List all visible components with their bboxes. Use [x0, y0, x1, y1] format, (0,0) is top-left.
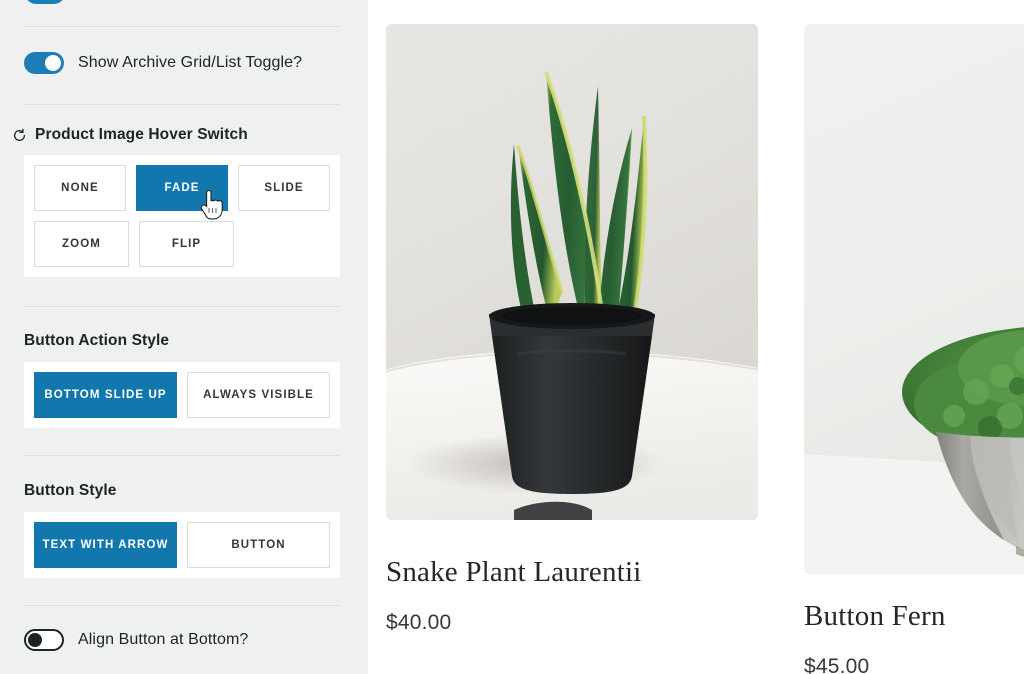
- product-title[interactable]: Button Fern: [804, 600, 1024, 633]
- product-price: $45.00: [804, 655, 870, 674]
- button-fern-photo: [804, 24, 1024, 574]
- button-action-style-title: Button Action Style: [24, 332, 170, 349]
- action-option-always-visible[interactable]: ALWAYS VISIBLE: [187, 372, 330, 418]
- style-option-text-with-arrow[interactable]: TEXT WITH ARROW: [34, 522, 177, 568]
- button-action-style-row: BOTTOM SLIDE UP ALWAYS VISIBLE: [34, 372, 330, 418]
- button-style-heading: Button Style: [24, 482, 116, 500]
- archive-grid-list-toggle-row[interactable]: Show Archive Grid/List Toggle?: [24, 52, 302, 74]
- product-image-button-fern[interactable]: [804, 24, 1024, 574]
- product-card[interactable]: Snake Plant Laurentii $40.00: [386, 24, 758, 635]
- product-image-snake-plant[interactable]: [386, 24, 758, 520]
- product-price: $40.00: [386, 611, 452, 634]
- hover-switch-row-1: NONE FADE SLIDE: [34, 165, 330, 211]
- hover-option-flip[interactable]: FLIP: [139, 221, 234, 267]
- action-option-bottom-slide-up[interactable]: BOTTOM SLIDE UP: [34, 372, 177, 418]
- hover-switch-heading: Product Image Hover Switch: [12, 126, 248, 144]
- product-title[interactable]: Snake Plant Laurentii: [386, 556, 758, 589]
- product-card[interactable]: Button Fern $45.00: [804, 24, 1024, 674]
- button-action-style-heading: Button Action Style: [24, 332, 169, 350]
- partial-toggle-above[interactable]: [25, 0, 65, 4]
- product-archive-preview: Snake Plant Laurentii $40.00 Button Fern…: [368, 0, 1024, 674]
- hover-option-fade[interactable]: FADE: [136, 165, 228, 211]
- hover-option-slide[interactable]: SLIDE: [238, 165, 330, 211]
- divider: [24, 104, 340, 105]
- button-action-style-group: BOTTOM SLIDE UP ALWAYS VISIBLE: [24, 362, 340, 428]
- divider: [24, 455, 340, 456]
- toggle-knob: [45, 55, 61, 71]
- archive-grid-list-toggle[interactable]: [24, 52, 64, 74]
- align-button-bottom-toggle[interactable]: [24, 629, 64, 651]
- settings-sidebar: Show Archive Grid/List Toggle? Product I…: [0, 0, 368, 674]
- button-style-title: Button Style: [24, 482, 117, 499]
- app-root: Show Archive Grid/List Toggle? Product I…: [0, 0, 1024, 674]
- hover-option-zoom[interactable]: ZOOM: [34, 221, 129, 267]
- toggle-knob: [28, 633, 42, 647]
- align-button-bottom-label: Align Button at Bottom?: [78, 631, 249, 648]
- divider: [24, 605, 340, 606]
- archive-grid-list-toggle-label: Show Archive Grid/List Toggle?: [78, 54, 303, 71]
- button-style-group: TEXT WITH ARROW BUTTON: [24, 512, 340, 578]
- align-button-bottom-toggle-row[interactable]: Align Button at Bottom?: [24, 629, 248, 651]
- hover-option-none[interactable]: NONE: [34, 165, 126, 211]
- divider: [24, 306, 340, 307]
- reset-arrow-icon[interactable]: [12, 128, 27, 143]
- style-option-button[interactable]: BUTTON: [187, 522, 330, 568]
- hover-switch-button-group: NONE FADE SLIDE ZOOM FLIP: [24, 155, 340, 277]
- snake-plant-photo: [386, 24, 758, 520]
- button-style-row: TEXT WITH ARROW BUTTON: [34, 522, 330, 568]
- hover-switch-row-2: ZOOM FLIP: [34, 221, 330, 267]
- divider: [24, 26, 340, 27]
- hover-switch-title: Product Image Hover Switch: [35, 126, 248, 143]
